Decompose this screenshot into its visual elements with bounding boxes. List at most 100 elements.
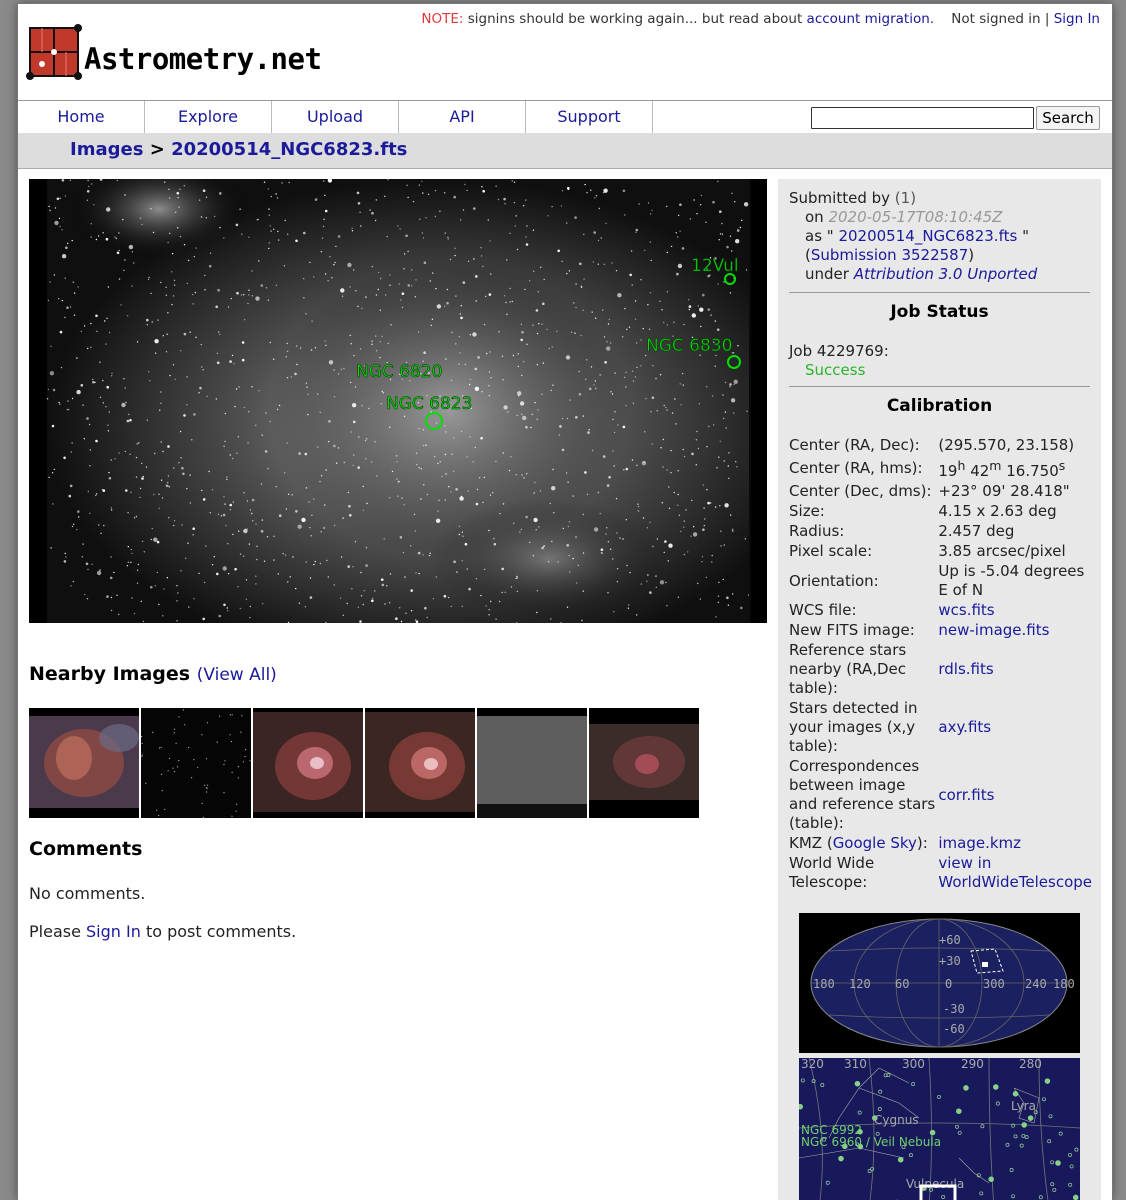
view-all-link[interactable]: View All bbox=[203, 665, 270, 685]
star bbox=[242, 761, 244, 763]
kmz-link[interactable]: image.kmz bbox=[938, 834, 1021, 852]
star bbox=[622, 425, 626, 429]
star bbox=[481, 391, 483, 393]
star bbox=[613, 465, 615, 467]
star bbox=[426, 493, 428, 496]
star bbox=[58, 298, 60, 300]
search-button[interactable]: Search bbox=[1036, 106, 1100, 130]
star bbox=[54, 207, 57, 209]
star bbox=[223, 763, 225, 766]
star bbox=[711, 395, 714, 397]
comments-signin-link[interactable]: Sign In bbox=[86, 922, 141, 941]
star bbox=[598, 207, 600, 210]
star bbox=[158, 814, 160, 817]
nearby-thumb-4[interactable] bbox=[365, 708, 475, 818]
star bbox=[194, 291, 197, 294]
star bbox=[472, 461, 474, 463]
nearby-thumb-1[interactable] bbox=[29, 708, 139, 818]
star bbox=[466, 189, 468, 192]
wcs-file-link[interactable]: wcs.fits bbox=[938, 601, 994, 619]
nav-home[interactable]: Home bbox=[18, 101, 145, 133]
star bbox=[586, 191, 588, 194]
nav-explore[interactable]: Explore bbox=[145, 101, 272, 133]
star bbox=[583, 278, 585, 280]
star bbox=[493, 542, 497, 546]
star bbox=[310, 535, 312, 537]
breadcrumb-images-link[interactable]: Images bbox=[70, 139, 143, 160]
calib-row-rdls: Reference stars nearby (RA,Dec table): rd… bbox=[789, 641, 1094, 699]
star bbox=[557, 249, 560, 253]
corr-link[interactable]: corr.fits bbox=[938, 786, 994, 804]
star bbox=[525, 243, 529, 246]
star bbox=[127, 561, 129, 563]
annotated-sky-image[interactable]: 12Vul NGC 6830 NGC 6820 NGC 6823 bbox=[29, 179, 767, 623]
header-signin-link[interactable]: Sign In bbox=[1054, 11, 1100, 27]
star bbox=[91, 183, 93, 185]
star bbox=[108, 476, 112, 480]
star bbox=[219, 333, 221, 336]
star bbox=[705, 221, 707, 223]
star bbox=[285, 356, 287, 358]
constellation-map[interactable]: 320 310 300 290 280 Cygnus Lyra NGC 6992… bbox=[799, 1058, 1080, 1200]
nearby-thumb-3[interactable] bbox=[253, 708, 363, 818]
star bbox=[480, 247, 482, 249]
star bbox=[310, 349, 313, 351]
submission-link[interactable]: Submission 3522587 bbox=[811, 246, 968, 264]
star bbox=[421, 180, 423, 183]
new-fits-link[interactable]: new-image.fits bbox=[938, 621, 1049, 639]
star bbox=[702, 293, 705, 297]
star bbox=[333, 264, 335, 266]
star bbox=[411, 269, 413, 271]
account-migration-link[interactable]: account migration bbox=[807, 11, 930, 27]
search-input[interactable] bbox=[811, 107, 1034, 129]
rdls-link[interactable]: rdls.fits bbox=[938, 660, 993, 678]
axy-link[interactable]: axy.fits bbox=[938, 718, 991, 736]
star bbox=[397, 225, 399, 227]
wwt-link[interactable]: view in WorldWideTelescope bbox=[938, 854, 1092, 891]
star bbox=[726, 596, 729, 600]
star bbox=[205, 196, 208, 198]
star bbox=[705, 576, 707, 579]
star bbox=[460, 495, 463, 498]
star bbox=[297, 524, 302, 529]
star bbox=[635, 228, 639, 232]
star bbox=[492, 492, 494, 494]
star bbox=[158, 603, 160, 606]
all-sky-map[interactable]: 180 120 60 0 300 240 180 +60 +30 -30 -60 bbox=[799, 913, 1080, 1053]
google-sky-link[interactable]: Google Sky bbox=[833, 834, 917, 852]
star bbox=[125, 489, 128, 492]
star bbox=[236, 803, 238, 805]
star bbox=[173, 520, 176, 522]
astrometry-logo[interactable]: Astrometry.net bbox=[26, 24, 322, 84]
logo-grid-icon bbox=[26, 24, 82, 80]
star bbox=[287, 581, 289, 583]
star bbox=[681, 372, 684, 375]
nav-support[interactable]: Support bbox=[526, 101, 653, 133]
star bbox=[343, 367, 345, 370]
nearby-thumb-2[interactable] bbox=[141, 708, 251, 818]
star bbox=[1012, 1091, 1019, 1097]
star bbox=[424, 606, 427, 610]
submission-filename-link[interactable]: 20200514_NGC6823.fts bbox=[838, 227, 1017, 245]
nav-upload[interactable]: Upload bbox=[272, 101, 399, 133]
star bbox=[656, 538, 659, 540]
star bbox=[462, 281, 466, 284]
star bbox=[249, 760, 251, 762]
license-link[interactable]: Attribution 3.0 Unported bbox=[854, 265, 1038, 283]
star bbox=[211, 489, 214, 491]
breadcrumb-current[interactable]: 20200514_NGC6823.fts bbox=[171, 139, 407, 160]
star bbox=[606, 527, 608, 529]
star bbox=[246, 500, 249, 502]
star bbox=[105, 237, 109, 241]
nav-api[interactable]: API bbox=[399, 101, 526, 133]
star bbox=[53, 468, 55, 471]
star bbox=[114, 236, 116, 238]
star bbox=[282, 552, 284, 555]
nearby-thumb-6[interactable] bbox=[589, 708, 699, 818]
star bbox=[359, 620, 362, 623]
star bbox=[616, 568, 619, 570]
star bbox=[668, 543, 673, 548]
star bbox=[105, 406, 107, 408]
star bbox=[488, 385, 490, 387]
nearby-thumb-5[interactable] bbox=[477, 708, 587, 818]
